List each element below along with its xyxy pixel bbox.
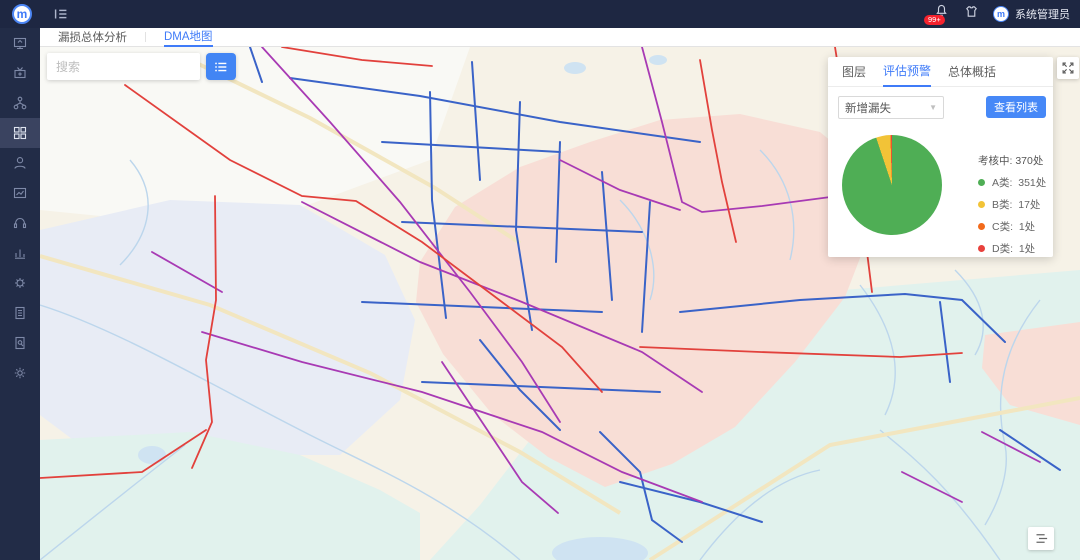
settings-gear-icon <box>12 365 28 381</box>
assessment-panel: 图层 评估预警 总体概括 新增漏失 ▼ 查看列表 考核中: 370处 A类: 35… <box>828 57 1053 257</box>
warning-type-value: 新增漏失 <box>845 100 891 116</box>
sidebar-nav <box>0 28 40 560</box>
sidebar-item-monitor-alert[interactable] <box>0 58 40 88</box>
pie-legend: 考核中: 370处 A类: 351处 B类: 17处 C类: 1处 D类: 1处 <box>978 153 1046 263</box>
panel-tab-overview[interactable]: 总体概括 <box>948 57 996 87</box>
layers-icon <box>1034 532 1049 545</box>
legend-dot <box>978 179 985 186</box>
screen-share-icon <box>12 35 28 51</box>
legend-dot <box>978 223 985 230</box>
page-tabbar: 漏损总体分析 DMA地图 <box>40 28 1080 47</box>
sidebar-collapse-icon[interactable] <box>52 5 70 28</box>
document-list-icon <box>12 305 28 321</box>
tab-leak-analysis[interactable]: 漏损总体分析 <box>58 28 127 47</box>
fullscreen-icon <box>1061 61 1075 75</box>
user-name: 系统管理员 <box>1015 6 1070 22</box>
legend-dot <box>978 245 985 252</box>
chevron-down-icon: ▼ <box>929 103 937 112</box>
gear-badge-icon <box>12 275 28 291</box>
warning-type-select[interactable]: 新增漏失 ▼ <box>838 96 944 119</box>
search-input[interactable] <box>47 60 217 74</box>
app-logo: m <box>12 4 32 24</box>
assessment-pie-chart[interactable] <box>842 135 942 235</box>
sidebar-item-document-list[interactable] <box>0 298 40 328</box>
map-search: ✕ <box>47 53 200 80</box>
topbar: m 99+ m 系统管理员 <box>0 0 1080 28</box>
legend-text: A类: 351处 <box>992 175 1046 190</box>
view-list-button[interactable]: 查看列表 <box>986 96 1046 118</box>
dashboard-grid-icon <box>12 125 28 141</box>
map-layers-button[interactable] <box>1028 527 1054 550</box>
document-audit-icon <box>12 335 28 351</box>
tab-dma-map[interactable]: DMA地图 <box>164 28 213 47</box>
user-icon <box>12 155 28 171</box>
monitor-alert-icon <box>12 65 28 81</box>
fullscreen-button[interactable] <box>1057 57 1079 79</box>
theme-skin-icon[interactable] <box>964 4 979 24</box>
sidebar-item-org-chart[interactable] <box>0 88 40 118</box>
sidebar-item-gear-badge[interactable] <box>0 268 40 298</box>
legend-item-A类[interactable]: A类: 351处 <box>978 175 1046 190</box>
bar-chart-icon <box>12 245 28 261</box>
legend-item-D类[interactable]: D类: 1处 <box>978 241 1046 256</box>
sidebar-item-bar-chart[interactable] <box>0 238 40 268</box>
user-menu[interactable]: m 系统管理员 <box>993 6 1070 22</box>
headset-icon <box>12 215 28 231</box>
notification-badge: 99+ <box>924 15 945 25</box>
panel-tabbar: 图层 评估预警 总体概括 <box>828 57 1053 87</box>
legend-text: C类: 1处 <box>992 219 1035 234</box>
legend-item-B类[interactable]: B类: 17处 <box>978 197 1046 212</box>
sidebar-item-screen-share[interactable] <box>0 28 40 58</box>
trend-box-icon <box>12 185 28 201</box>
legend-title: 考核中: 370处 <box>978 153 1046 168</box>
legend-item-C类[interactable]: C类: 1处 <box>978 219 1046 234</box>
legend-dot <box>978 201 985 208</box>
sidebar-item-document-audit[interactable] <box>0 328 40 358</box>
notification-bell-icon[interactable]: 99+ <box>934 3 950 25</box>
sidebar-item-headset[interactable] <box>0 208 40 238</box>
sidebar-item-settings-gear[interactable] <box>0 358 40 388</box>
panel-tab-layers[interactable]: 图层 <box>842 57 866 87</box>
tab-separator <box>145 32 146 42</box>
org-chart-icon <box>12 95 28 111</box>
user-avatar: m <box>993 6 1009 22</box>
sidebar-item-trend-box[interactable] <box>0 178 40 208</box>
sidebar-item-user[interactable] <box>0 148 40 178</box>
panel-tab-assessment-warning[interactable]: 评估预警 <box>883 57 931 87</box>
legend-text: D类: 1处 <box>992 241 1035 256</box>
legend-text: B类: 17处 <box>992 197 1040 212</box>
result-list-button[interactable] <box>206 53 236 80</box>
list-icon <box>213 59 229 75</box>
sidebar-item-dashboard-grid[interactable] <box>0 118 40 148</box>
